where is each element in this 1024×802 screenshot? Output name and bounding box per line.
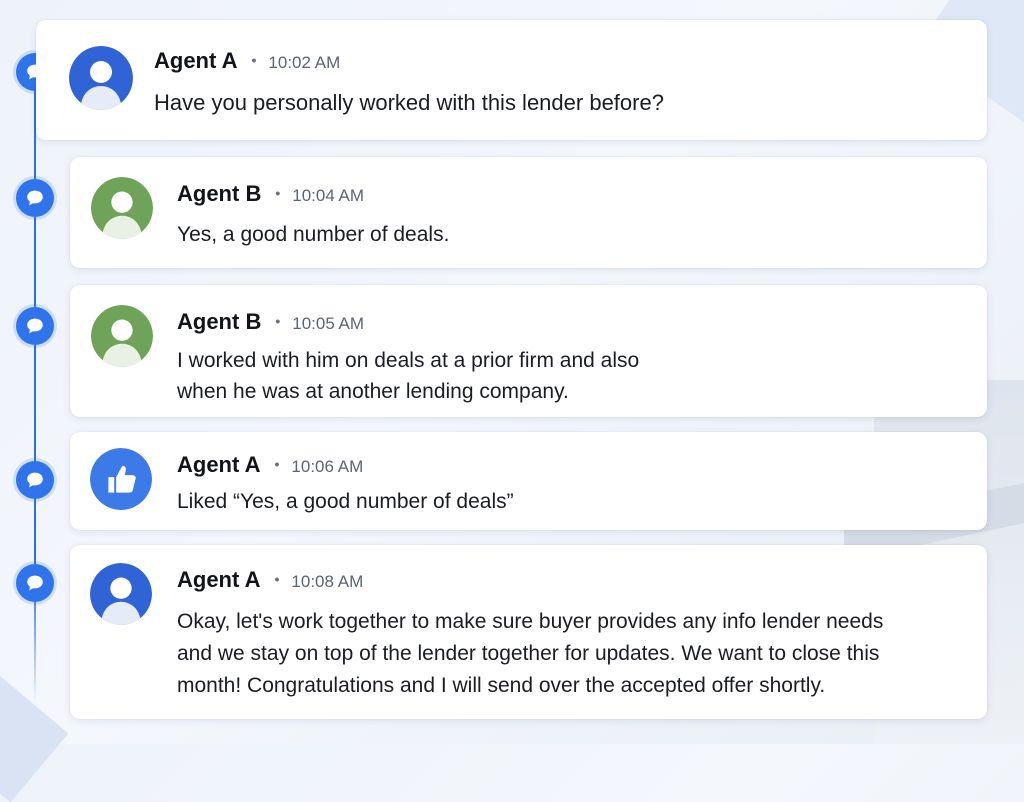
message-text: Have you personally worked with this len…	[154, 90, 664, 115]
timestamp: 10:02 AM	[268, 53, 341, 72]
timestamp: 10:08 AM	[291, 572, 364, 591]
message-card[interactable]: Agent B • 10:05 AM I worked with him on de…	[70, 285, 987, 417]
thumbs-up-icon	[90, 448, 152, 510]
timestamp: 10:06 AM	[291, 457, 364, 476]
timestamp: 10:04 AM	[292, 186, 365, 205]
separator-dot: •	[275, 313, 281, 329]
sender-name: Agent B	[177, 181, 262, 206]
message-text: Okay, let's work together to make sure b…	[177, 610, 884, 697]
sender-name: Agent B	[177, 309, 262, 334]
message-text: I worked with him on deals at a prior fi…	[177, 349, 640, 403]
message-card[interactable]: Agent A • 10:06 AM Liked “Yes, a good numb…	[70, 432, 987, 530]
chat-bubble-icon	[16, 564, 54, 602]
user-avatar-icon	[91, 305, 153, 367]
sender-name: Agent A	[154, 48, 238, 73]
separator-dot: •	[275, 185, 281, 201]
chat-bubble-icon	[16, 307, 54, 345]
user-avatar-icon	[69, 46, 133, 110]
timeline-line	[34, 72, 36, 702]
sender-name: Agent A	[177, 452, 261, 477]
separator-dot: •	[251, 52, 257, 68]
timestamp: 10:05 AM	[292, 314, 365, 333]
chat-bubble-icon	[16, 179, 54, 217]
separator-dot: •	[274, 571, 280, 587]
message-text: Yes, a good number of deals.	[177, 223, 450, 246]
user-avatar-icon	[90, 563, 152, 625]
separator-dot: •	[274, 456, 280, 472]
message-card[interactable]: Agent B • 10:04 AM Yes, a good number of d…	[70, 157, 987, 268]
chat-bubble-icon	[16, 461, 54, 499]
message-card[interactable]: Agent A • 10:08 AM Okay, let's work togeth…	[70, 545, 987, 719]
user-avatar-icon	[91, 177, 153, 239]
sender-name: Agent A	[177, 567, 261, 592]
message-card[interactable]: Agent A • 10:02 AM Have you personally wor…	[36, 20, 987, 140]
message-text: Liked “Yes, a good number of deals”	[177, 490, 514, 513]
